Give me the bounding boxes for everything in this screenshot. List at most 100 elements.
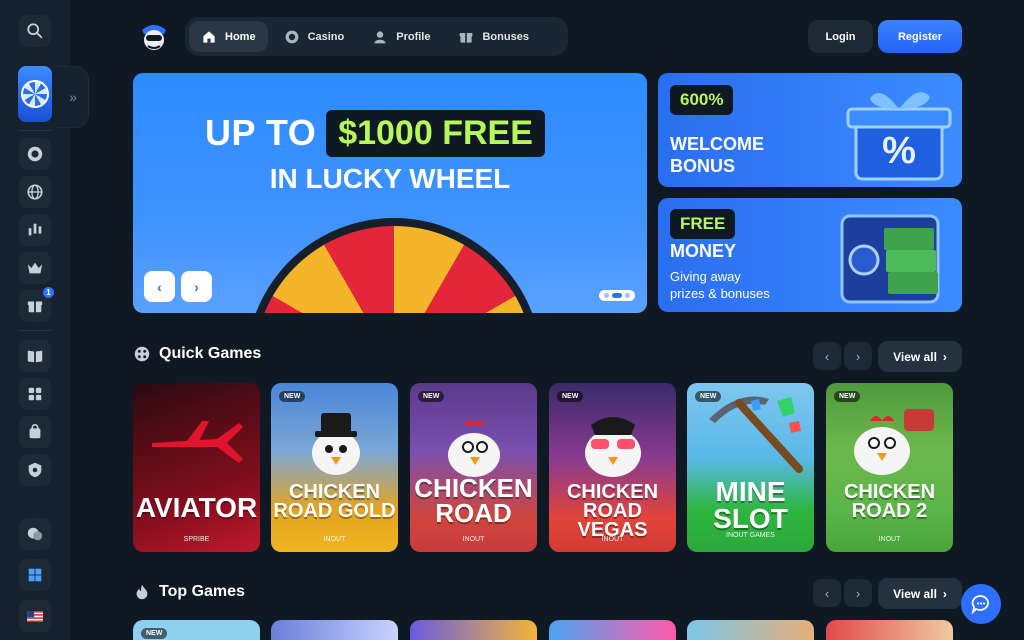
chart-icon	[28, 223, 42, 236]
new-badge: NEW	[279, 391, 306, 402]
sidebar-security-button[interactable]	[19, 454, 51, 486]
casino-chip-icon	[285, 30, 298, 43]
sidebar-store-button[interactable]	[19, 416, 51, 448]
view-all-label: View all	[893, 349, 937, 364]
top-game-card[interactable]	[687, 620, 814, 640]
game-cr-name-line1: CHICKEN	[414, 473, 533, 503]
carousel-indicator[interactable]	[599, 290, 635, 301]
promo-welcome-title-line1: WELCOME	[670, 134, 764, 154]
gift-icon	[460, 32, 473, 43]
game-cr2-provider: INOUT	[878, 536, 901, 543]
top-games-prev-button[interactable]: ‹	[813, 579, 841, 607]
gift-icon	[27, 301, 43, 313]
nav-profile-label: Profile	[396, 30, 431, 43]
hero-amount: $1000 FREE	[326, 109, 545, 157]
promo-welcome-bonus[interactable]: % 600% WELCOME BONUS	[658, 73, 962, 187]
game-ms-name-line1: MINE	[715, 476, 786, 507]
sidebar-support-button[interactable]	[19, 518, 51, 550]
globe-icon	[27, 184, 43, 200]
top-games-header: Top Games	[133, 583, 245, 601]
game-ms-provider: INOUT GAMES	[726, 532, 775, 539]
game-card-mine-slot[interactable]: NEW MINE SLOT INOUT GAMES	[687, 383, 814, 552]
promo-free-money[interactable]: FREE MONEY Giving away prizes & bonuses	[658, 198, 962, 312]
sidebar-casino-button[interactable]	[19, 138, 51, 170]
chevron-right-icon: ›	[942, 349, 947, 364]
crown-icon	[27, 262, 43, 274]
search-button[interactable]	[19, 15, 51, 47]
notification-badge: 1	[43, 287, 54, 298]
quick-games-header: Quick Games	[133, 345, 261, 363]
game-crv-name-line2: ROAD VEGAS	[577, 500, 648, 541]
sidebar-games-button[interactable]	[19, 378, 51, 410]
login-button[interactable]: Login	[808, 20, 873, 53]
game-cr2-name-line2: ROAD 2	[851, 500, 928, 522]
hero-next-button[interactable]: ›	[181, 271, 212, 302]
hero-subtitle: IN LUCKY WHEEL	[269, 163, 511, 194]
game-card-chicken-road-gold[interactable]: NEW CHICKEN ROAD GOLD INOUT	[271, 383, 398, 552]
language-selector[interactable]	[19, 600, 51, 632]
sidebar-expand-button[interactable]: »	[58, 66, 89, 128]
top-game-card[interactable]	[410, 620, 537, 640]
promo-free-chip: FREE	[670, 209, 736, 239]
game-cr-name-line2: ROAD	[435, 497, 512, 528]
promo-welcome-title-line2: BONUS	[670, 156, 736, 176]
shield-icon	[28, 462, 42, 478]
gift-box-icon: %	[846, 92, 952, 181]
promo-free-subtitle-line2: prizes & bonuses	[670, 286, 770, 301]
live-chat-button[interactable]	[961, 584, 1001, 624]
promo-welcome-chip: 600%	[670, 85, 734, 115]
quick-games-prev-button[interactable]: ‹	[813, 342, 841, 370]
nav-bonuses[interactable]: Bonuses	[446, 21, 540, 52]
new-badge: NEW	[418, 391, 445, 402]
top-games-view-all[interactable]: View all ›	[878, 578, 962, 609]
game-card-chicken-road-vegas[interactable]: NEW CHICKEN ROAD VEGAS INOUT	[549, 383, 676, 552]
quick-games-view-all[interactable]: View all ›	[878, 341, 962, 372]
new-badge: NEW	[557, 391, 584, 402]
top-games-next-button[interactable]: ›	[844, 579, 872, 607]
sidebar-sports-button[interactable]	[19, 176, 51, 208]
fire-icon	[136, 584, 148, 600]
safe-money-icon	[840, 214, 940, 304]
profile-icon	[374, 30, 386, 43]
hero-prefix: UP TO	[205, 112, 317, 153]
promo-free-subtitle-line1: Giving away	[670, 269, 741, 284]
sidebar-download-windows-button[interactable]	[19, 559, 51, 591]
search-icon	[27, 23, 43, 39]
top-game-card[interactable]	[271, 620, 398, 640]
sidebar-trading-button[interactable]	[19, 214, 51, 246]
hero-prev-button[interactable]: ‹	[144, 271, 175, 302]
register-button[interactable]: Register	[878, 20, 962, 53]
game-cr-provider: INOUT	[462, 536, 485, 543]
nav-casino[interactable]: Casino	[272, 21, 357, 52]
hero-banner[interactable]: UP TO $1000 FREE IN LUCKY WHEEL ‹ ›	[133, 73, 647, 313]
top-game-card[interactable]: NEW	[133, 620, 260, 640]
chicken-mascot-icon	[585, 417, 641, 477]
lucky-wheel-thumb[interactable]	[18, 66, 52, 122]
game-card-chicken-road[interactable]: NEW CHICKEN ROAD INOUT	[410, 383, 537, 552]
sidebar-rules-button[interactable]	[19, 340, 51, 372]
game-card-aviator[interactable]: AVIATOR SPRIBE	[133, 383, 260, 552]
game-crg-name-line2: ROAD GOLD	[273, 500, 396, 522]
chicken-mascot-icon	[854, 409, 934, 475]
nav-home-label: Home	[225, 30, 256, 43]
new-badge: NEW	[141, 628, 168, 639]
nav-bonuses-label: Bonuses	[482, 30, 529, 43]
windows-icon	[28, 568, 42, 582]
chicken-mascot-icon	[448, 420, 500, 477]
us-flag-icon	[27, 610, 43, 622]
quick-games-next-button[interactable]: ›	[844, 342, 872, 370]
mascot-logo[interactable]	[136, 18, 172, 54]
new-badge: NEW	[834, 391, 861, 402]
game-card-chicken-road-2[interactable]: NEW CHICKEN ROAD 2 INOUT	[826, 383, 953, 552]
main-nav: Home Casino Profile Bonuses	[185, 17, 568, 56]
top-game-card[interactable]	[549, 620, 676, 640]
nav-home[interactable]: Home	[189, 21, 268, 52]
plane-icon	[152, 421, 243, 463]
top-game-card[interactable]	[826, 620, 953, 640]
nav-profile[interactable]: Profile	[360, 21, 442, 52]
support-icon	[27, 527, 43, 541]
svg-text:%: %	[882, 130, 916, 172]
sidebar-vip-button[interactable]	[19, 252, 51, 284]
sidebar-bonuses-button[interactable]: 1	[19, 287, 54, 322]
games-icon	[28, 387, 42, 401]
